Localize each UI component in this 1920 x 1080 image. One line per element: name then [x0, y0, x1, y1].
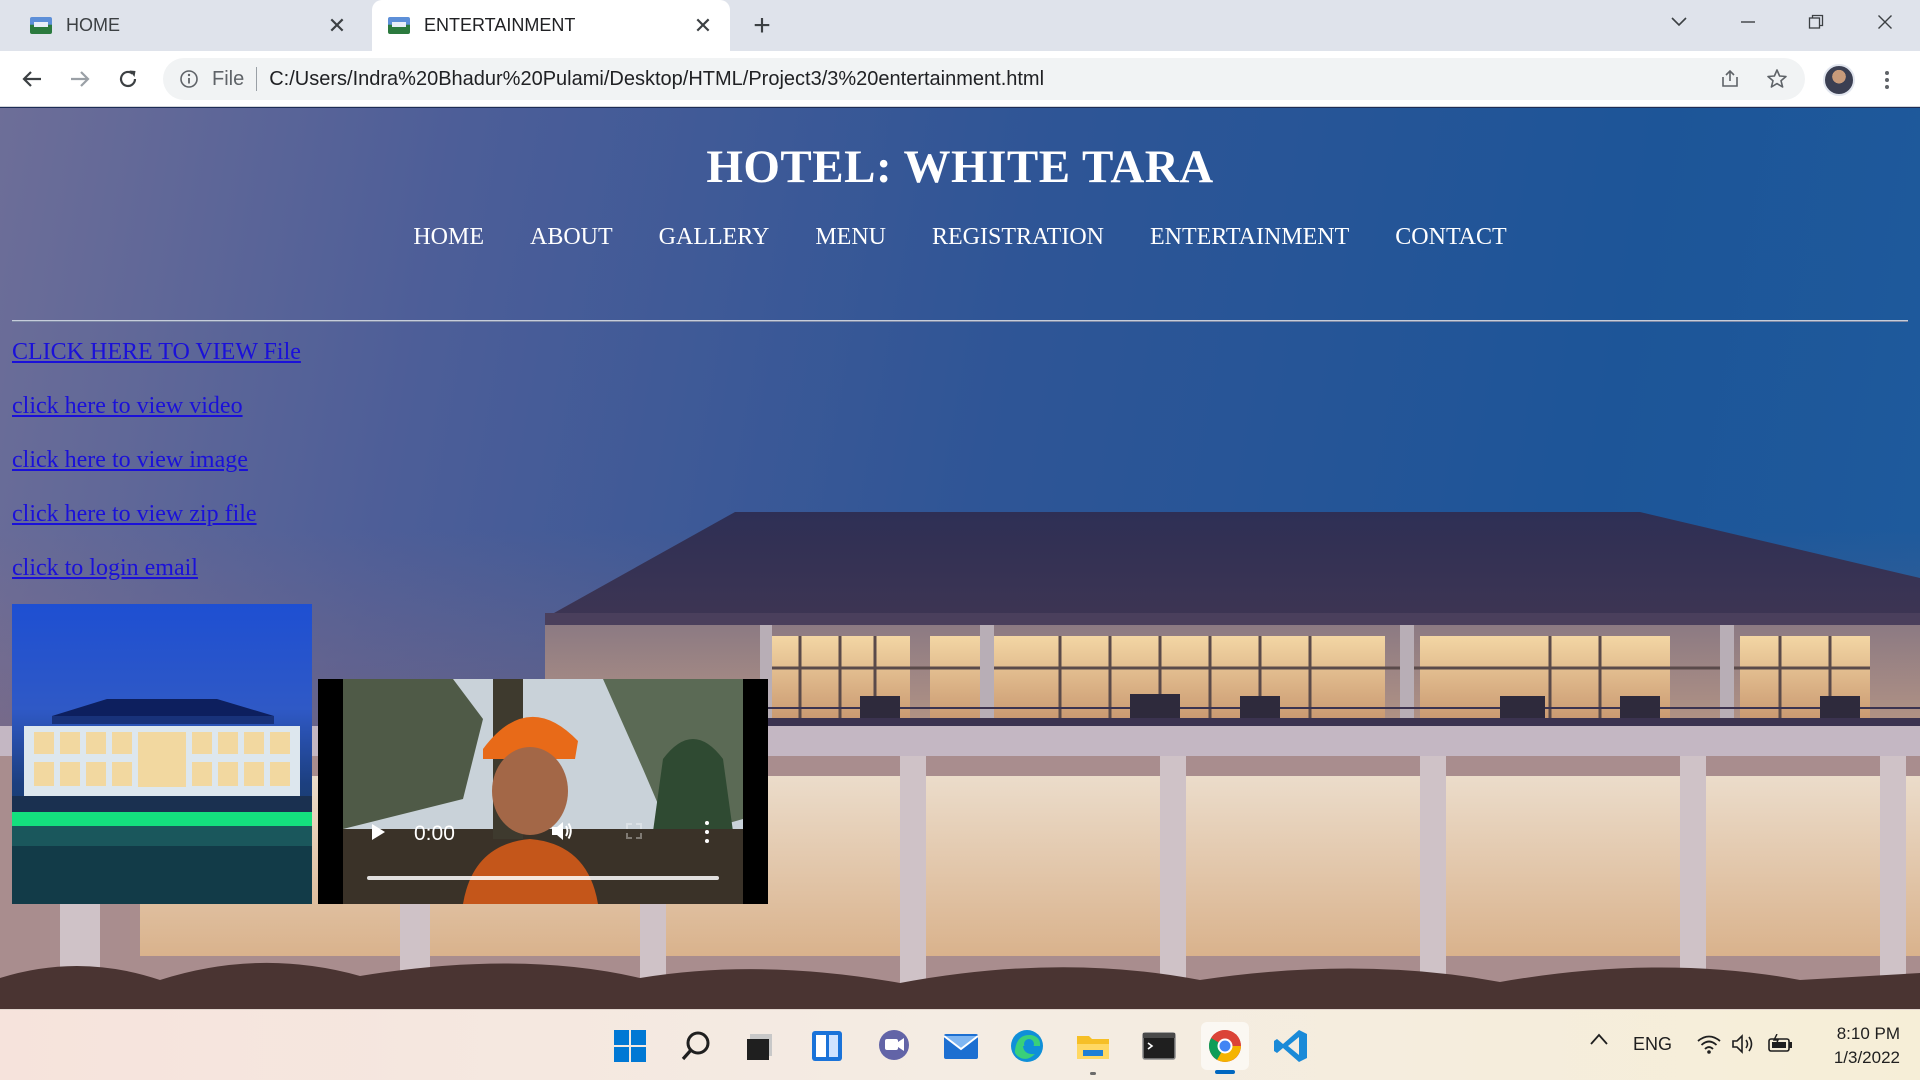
share-icon[interactable]	[1712, 58, 1748, 100]
video-more-icon[interactable]	[704, 821, 710, 843]
tab-search-icon[interactable]	[1651, 0, 1707, 44]
browser-toolbar: File C:/Users/Indra%20Bhadur%20Pulami/De…	[0, 51, 1920, 107]
task-view-icon[interactable]	[736, 1022, 784, 1070]
view-file-link[interactable]: CLICK HERE TO VIEW File	[12, 332, 301, 386]
tab-entertainment[interactable]: ENTERTAINMENT ✕	[372, 0, 730, 51]
nav-about[interactable]: ABOUT	[530, 224, 613, 251]
hotel-favicon-icon	[30, 17, 52, 34]
forward-icon[interactable]	[62, 61, 98, 97]
address-bar[interactable]: File C:/Users/Indra%20Bhadur%20Pulami/De…	[163, 58, 1805, 100]
clock-date: 1/3/2022	[1833, 1048, 1900, 1067]
window-close-icon[interactable]	[1857, 0, 1913, 44]
login-email-link[interactable]: click to login email	[12, 548, 301, 602]
web-page: HOTEL: WHITE TARA HOME ABOUT GALLERY MEN…	[0, 108, 1920, 1009]
more-icon[interactable]	[1872, 63, 1902, 97]
chrome-icon[interactable]	[1201, 1022, 1249, 1074]
nav-entertainment[interactable]: ENTERTAINMENT	[1150, 224, 1349, 251]
nav-menu[interactable]: MENU	[815, 224, 886, 251]
video-player[interactable]: 0:00	[318, 679, 768, 904]
volume-icon[interactable]	[550, 820, 574, 848]
main-nav: HOME ABOUT GALLERY MENU REGISTRATION ENT…	[0, 224, 1920, 251]
close-tab-icon[interactable]: ✕	[324, 13, 350, 39]
speaker-icon[interactable]	[1731, 1034, 1757, 1059]
battery-icon[interactable]	[1766, 1033, 1794, 1059]
star-icon[interactable]	[1759, 58, 1795, 100]
site-title: HOTEL: WHITE TARA	[706, 141, 1214, 193]
nav-contact[interactable]: CONTACT	[1395, 224, 1506, 251]
fullscreen-icon[interactable]	[626, 823, 642, 839]
file-explorer-icon[interactable]	[1069, 1022, 1117, 1075]
wifi-icon[interactable]	[1697, 1034, 1721, 1059]
running-indicator	[1090, 1072, 1096, 1075]
url-scheme-label: File	[212, 67, 245, 90]
nav-gallery[interactable]: GALLERY	[659, 224, 770, 251]
edge-icon[interactable]	[1003, 1022, 1051, 1070]
nav-registration[interactable]: REGISTRATION	[932, 224, 1104, 251]
url-text[interactable]: C:/Users/Indra%20Bhadur%20Pulami/Desktop…	[269, 68, 1044, 91]
video-progress-bar[interactable]	[367, 876, 719, 880]
taskbar: ENG 8:10 PM 1/3/2022	[0, 1009, 1920, 1080]
view-video-link[interactable]: click here to view video	[12, 386, 301, 440]
clock[interactable]: 8:10 PM 1/3/2022	[1810, 1022, 1900, 1070]
tab-strip: HOME ✕ ENTERTAINMENT ✕ +	[0, 0, 1920, 51]
tab-title: ENTERTAINMENT	[424, 15, 576, 35]
info-icon[interactable]	[178, 68, 200, 90]
language-indicator[interactable]: ENG	[1633, 1034, 1672, 1055]
windows-start-icon[interactable]	[606, 1022, 654, 1070]
view-image-link[interactable]: click here to view image	[12, 440, 301, 494]
nav-home[interactable]: HOME	[413, 224, 484, 251]
reload-icon[interactable]	[110, 61, 146, 97]
minimize-icon[interactable]	[1720, 0, 1776, 44]
view-zip-file-link[interactable]: click here to view zip file	[12, 494, 301, 548]
new-tab-button[interactable]: +	[744, 8, 780, 44]
widgets-icon[interactable]	[803, 1022, 851, 1070]
horizontal-rule	[12, 320, 1908, 322]
back-icon[interactable]	[14, 61, 50, 97]
play-icon[interactable]	[370, 823, 386, 847]
video-frame	[343, 679, 743, 904]
terminal-icon[interactable]	[1135, 1022, 1183, 1070]
hotel-favicon-icon	[388, 17, 410, 34]
vscode-icon[interactable]	[1267, 1022, 1315, 1070]
search-icon[interactable]	[672, 1022, 720, 1070]
active-app-indicator	[1215, 1070, 1235, 1074]
tab-home[interactable]: HOME ✕	[14, 0, 364, 51]
show-hidden-icons[interactable]	[1589, 1030, 1609, 1051]
hotel-image[interactable]	[12, 604, 312, 904]
clock-time: 8:10 PM	[1836, 1024, 1900, 1043]
video-time: 0:00	[414, 822, 455, 845]
profile-avatar[interactable]	[1823, 64, 1855, 96]
url-separator	[256, 67, 258, 91]
chat-icon[interactable]	[870, 1022, 918, 1070]
restore-icon[interactable]	[1788, 0, 1844, 44]
tab-title: HOME	[66, 15, 120, 35]
mail-icon[interactable]	[937, 1022, 985, 1070]
entertainment-links: CLICK HERE TO VIEW File click here to vi…	[12, 332, 301, 602]
close-tab-icon[interactable]: ✕	[690, 13, 716, 39]
